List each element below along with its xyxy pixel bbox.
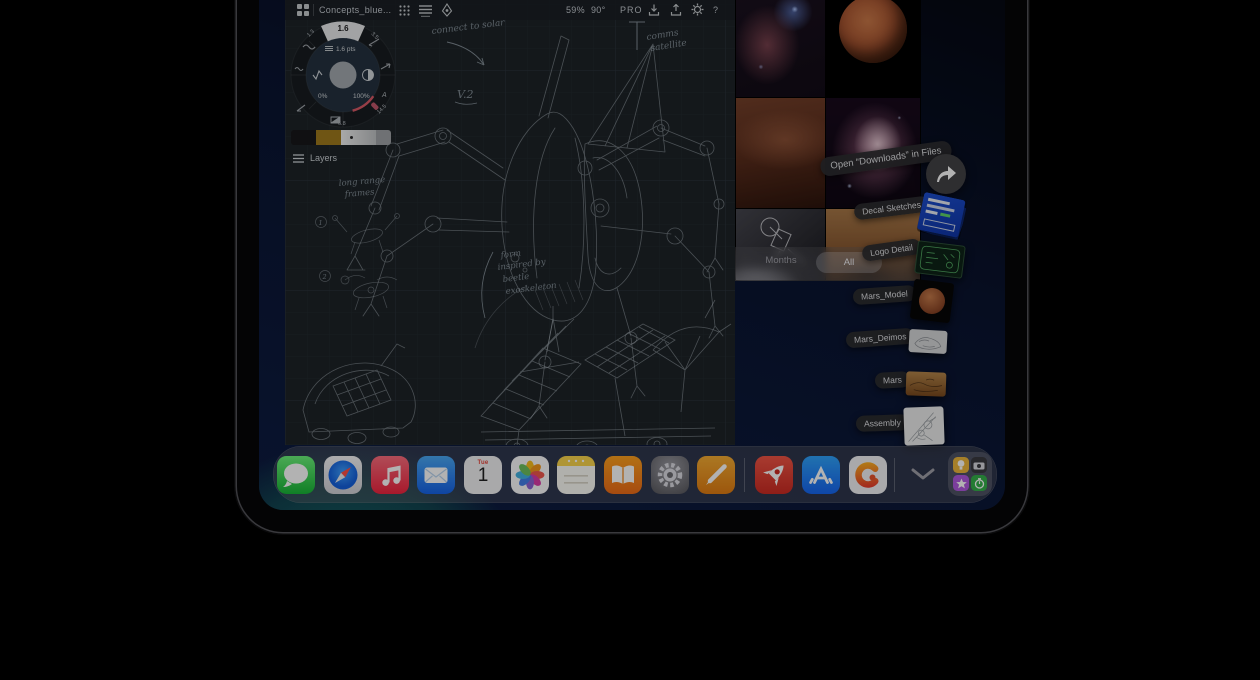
zoom-level[interactable]: 59% (566, 5, 585, 15)
app-library-tile-tips (953, 457, 969, 473)
photo-mars-globe[interactable] (826, 0, 920, 97)
swatch-gradient[interactable] (341, 130, 376, 145)
mars-sphere (839, 0, 907, 63)
swatch-gray[interactable] (376, 130, 391, 145)
note-form-1: form (499, 249, 521, 262)
settings-gear-icon[interactable] (691, 3, 704, 16)
dock-icon-mail[interactable] (417, 456, 455, 494)
app-library-tile-camera (971, 457, 987, 473)
pro-badge[interactable]: PRO (620, 5, 643, 15)
note-mark-1: 1 (319, 219, 323, 227)
rotation-value[interactable]: 90° (591, 5, 606, 15)
photo-nebula-flame[interactable] (736, 0, 825, 97)
forward-arrow-icon (935, 164, 957, 184)
timer-icon (974, 478, 985, 489)
settings-gear-glyph (651, 456, 689, 494)
grid-settings-icon[interactable] (399, 5, 410, 16)
concepts-c-icon (849, 456, 887, 494)
gallery-icon[interactable] (297, 4, 309, 16)
dock-icon-calendar[interactable]: Tue 1 (464, 456, 502, 494)
pen-nib-icon[interactable] (441, 3, 453, 17)
wheel-stroke-size: 1.6 pts (336, 46, 356, 53)
layers-menu-icon (293, 154, 304, 163)
calendar-day: 1 (464, 466, 502, 486)
mail-envelope-icon (417, 456, 455, 494)
sketch-pen-icon (697, 456, 735, 494)
drag-thumb-mars[interactable] (906, 371, 947, 396)
tab-months[interactable]: Months (746, 255, 816, 266)
note-long-2: frames (343, 187, 375, 200)
dock-icon-music[interactable] (371, 456, 409, 494)
wheel-active-size: 1.6 (337, 24, 349, 33)
swatch-black[interactable] (291, 130, 316, 145)
dock-icon-notes[interactable] (557, 456, 595, 494)
decal-line (940, 213, 950, 218)
layers-label: Layers (310, 153, 337, 163)
help-button[interactable]: ? (713, 5, 718, 15)
lightbulb-icon (956, 459, 966, 471)
note-form-3: beetle (502, 272, 530, 285)
chevron-down-icon[interactable] (911, 467, 935, 481)
camera-icon (973, 461, 985, 470)
rocket-icon (755, 456, 793, 494)
notes-lines-icon (557, 456, 595, 494)
dock-icon-photos[interactable] (511, 456, 549, 494)
app-library-tile-star (953, 475, 969, 491)
photo-mars-hills[interactable] (736, 98, 825, 208)
dock-divider (744, 458, 745, 492)
decal-line (925, 210, 937, 215)
swatch-gold[interactable] (316, 130, 341, 145)
dock-icon-sketch[interactable] (697, 456, 735, 494)
drag-thumb-assembly[interactable] (903, 406, 944, 445)
tool-wheel[interactable]: 1.6 1.3 3.5 14.5 6.8 A (287, 17, 399, 129)
share-button[interactable] (926, 154, 966, 194)
drag-thumb-mars-model[interactable] (910, 279, 955, 324)
dock-icon-app-library[interactable] (948, 452, 992, 496)
drag-label: Assembly (856, 414, 909, 432)
appstore-a-icon (802, 456, 840, 494)
menu-lines-icon[interactable] (419, 4, 432, 17)
export-icon[interactable] (670, 4, 682, 16)
document-title[interactable]: Concepts_blue... (319, 5, 391, 15)
wheel-text-tool-icon: A (381, 92, 387, 99)
dock-icon-appstore[interactable] (802, 456, 840, 494)
messages-bubble-icon (277, 456, 315, 494)
music-note-icon (371, 456, 409, 494)
ipad-screen: connect to solar comms satellite V.2 lon… (259, 0, 1005, 510)
photos-flower-icon (511, 456, 549, 494)
app-library-tile-timer (971, 475, 987, 491)
dock-icon-safari[interactable] (324, 456, 362, 494)
note-mark-2: 2 (322, 273, 327, 281)
decal-line (923, 218, 956, 232)
note-version: V.2 (457, 88, 474, 101)
stage: connect to solar comms satellite V.2 lon… (0, 0, 1260, 680)
books-book-icon (604, 456, 642, 494)
dock-icon-concepts[interactable] (849, 456, 887, 494)
drag-thumb-logo-detail[interactable] (914, 240, 966, 279)
note-connect: connect to solar (431, 18, 506, 37)
dock-divider (894, 458, 895, 492)
wheel-opacity-min: 0% (318, 93, 328, 100)
color-strip (291, 130, 391, 145)
dock-icon-messages[interactable] (277, 456, 315, 494)
dock-icon-settings[interactable] (651, 456, 689, 494)
wheel-opacity-max: 100% (353, 93, 370, 100)
safari-compass-icon (324, 456, 362, 494)
star-icon (956, 478, 967, 489)
layers-button[interactable]: Layers (293, 151, 337, 165)
toolbar-divider (313, 4, 314, 16)
import-icon[interactable] (648, 4, 660, 16)
dock-icon-rocket[interactable] (755, 456, 793, 494)
gradient-dot (350, 136, 353, 139)
mars-model-sphere (918, 287, 947, 316)
dock-icon-books[interactable] (604, 456, 642, 494)
drag-thumb-mars-deimos[interactable] (908, 329, 947, 354)
tab-all-label: All (844, 257, 855, 268)
